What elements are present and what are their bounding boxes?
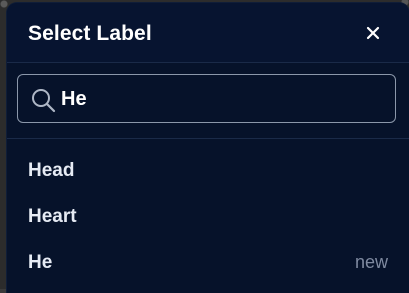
close-icon xyxy=(366,26,380,40)
option-label: Heart xyxy=(28,206,77,227)
label-options-list: Head Heart He new xyxy=(7,146,409,284)
search-input[interactable] xyxy=(61,84,381,114)
search-icon xyxy=(32,89,56,113)
list-item[interactable]: He new xyxy=(7,238,409,284)
option-label: Head xyxy=(28,160,75,181)
close-button[interactable] xyxy=(363,23,383,43)
dialog-title: Select Label xyxy=(28,22,152,45)
option-label: He xyxy=(28,252,53,273)
dialog-header: Select Label xyxy=(7,3,409,63)
select-label-dialog: Select Label Head Heart He new xyxy=(7,3,409,293)
list-item[interactable]: Head xyxy=(7,146,409,192)
search-area xyxy=(7,63,409,139)
list-item[interactable]: Heart xyxy=(7,192,409,238)
search-box[interactable] xyxy=(17,74,396,123)
new-badge: new xyxy=(354,252,388,272)
